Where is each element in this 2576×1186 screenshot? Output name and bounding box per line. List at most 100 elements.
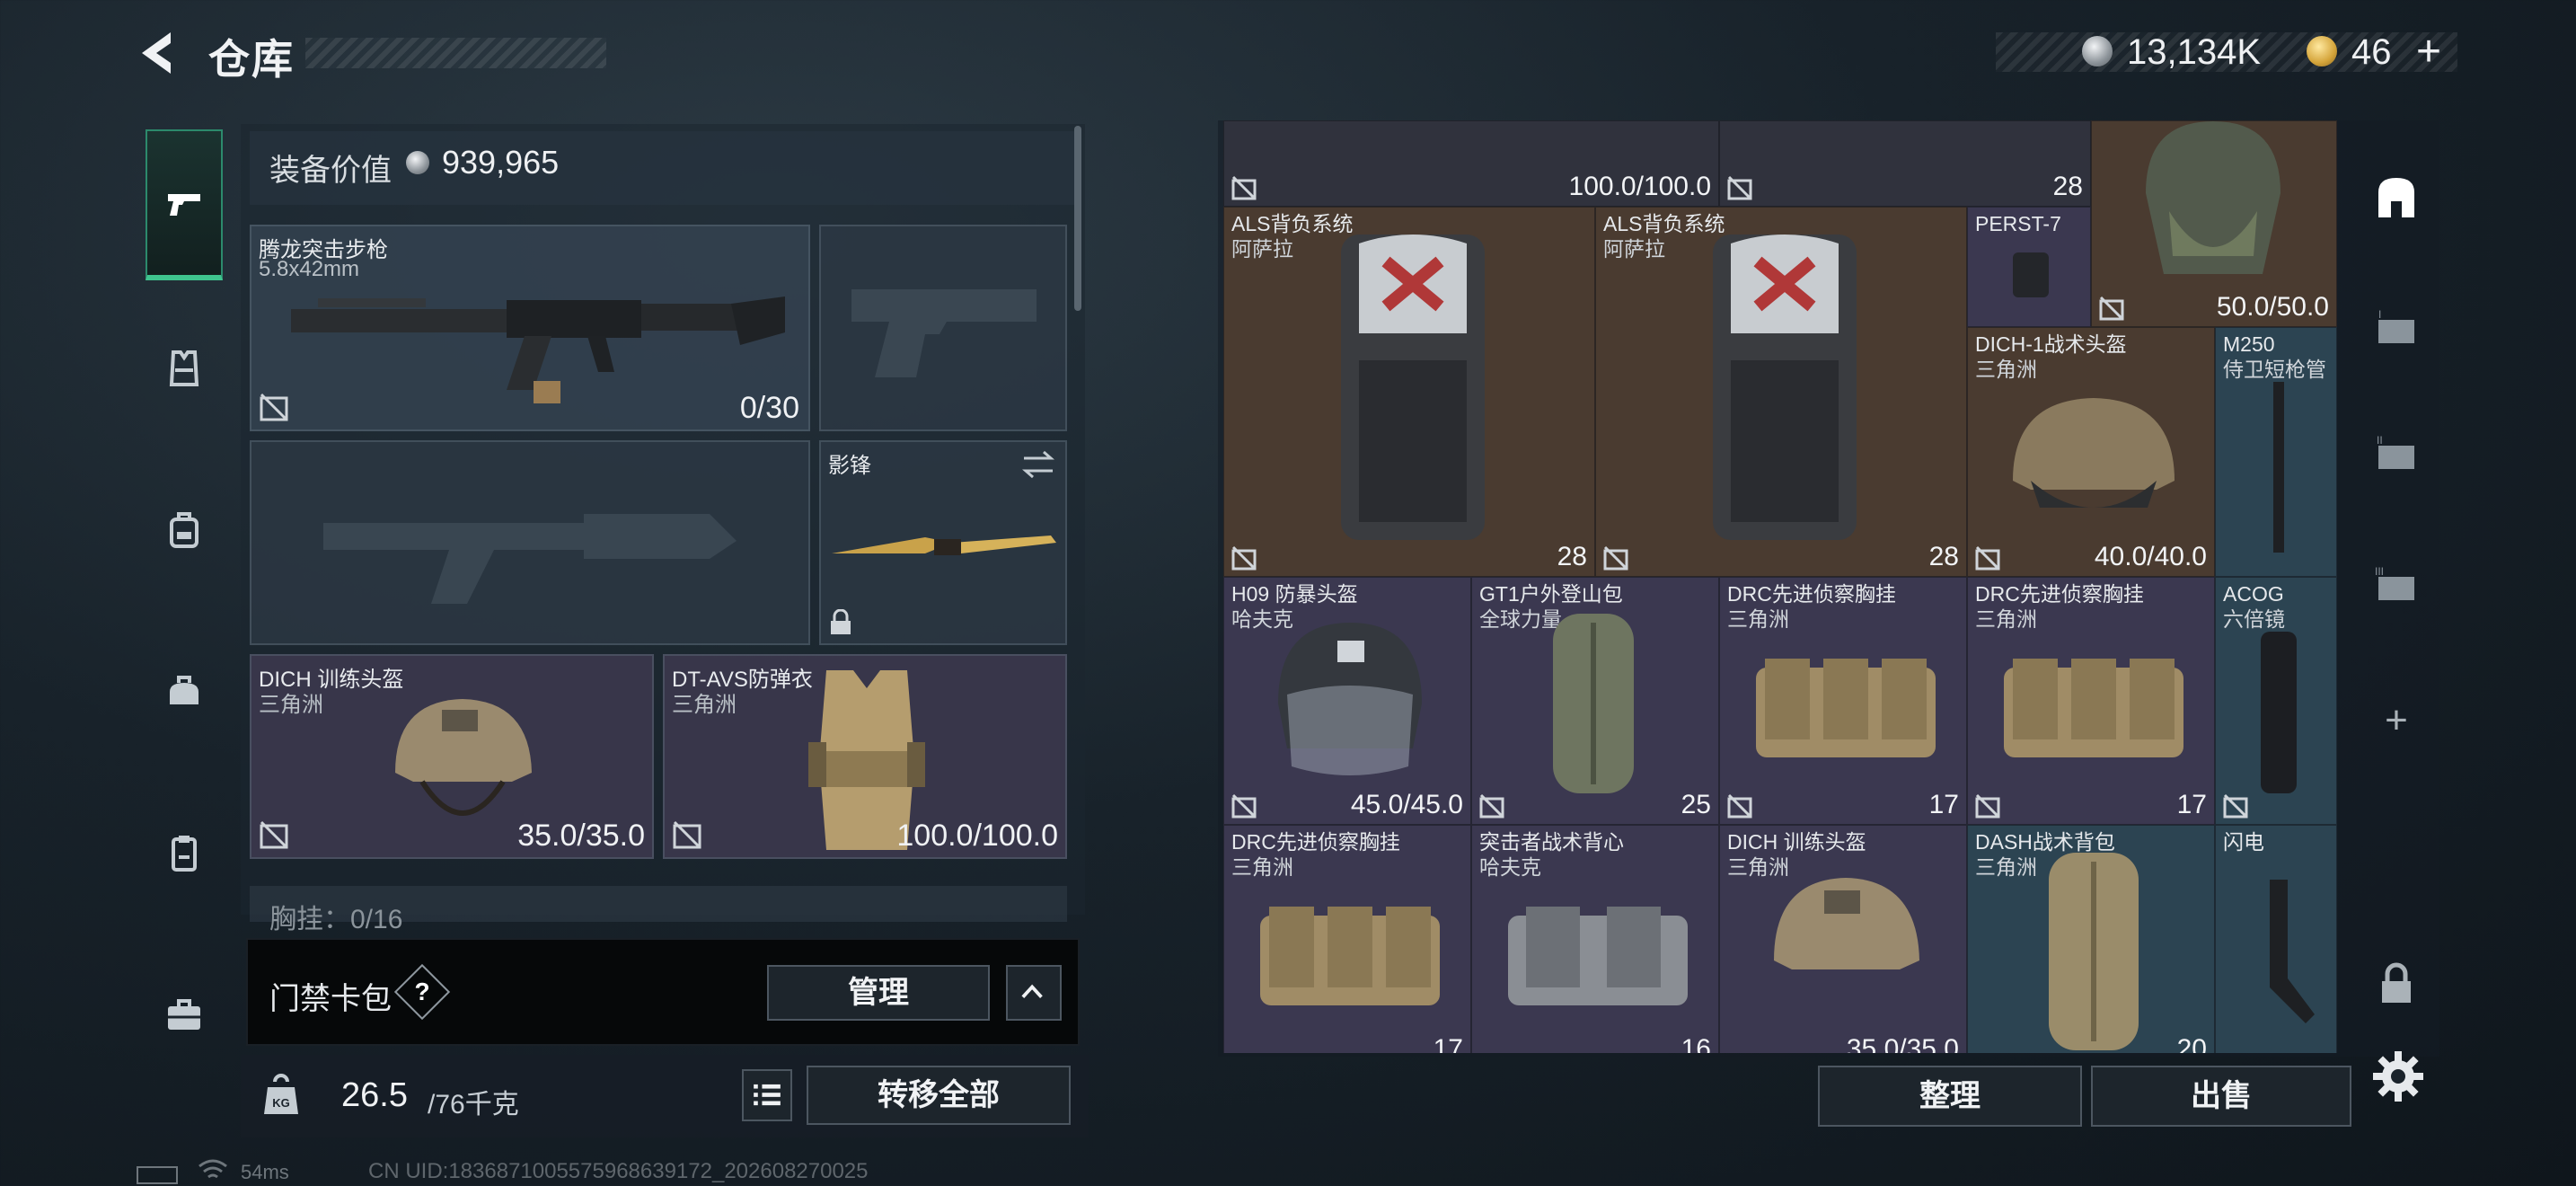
stash-item[interactable]: 28 bbox=[1719, 120, 2091, 207]
lock-icon bbox=[831, 609, 851, 634]
stash-item[interactable]: DRC先进侦察胸挂 三角洲 17 bbox=[1223, 825, 1471, 1053]
melee-name: 影锋 bbox=[828, 454, 871, 478]
knife-image bbox=[832, 535, 1056, 555]
silver-coin-icon bbox=[2082, 36, 2113, 66]
stash-item[interactable]: GT1户外登山包 全球力量 25 bbox=[1471, 577, 1719, 825]
unlocked-icon bbox=[2223, 793, 2248, 819]
stash-item[interactable]: DRC先进侦察胸挂 三角洲 17 bbox=[1967, 577, 2215, 825]
stash-item[interactable]: 100.0/100.0 bbox=[1223, 120, 1719, 207]
stash-item[interactable]: ALS背负系统 阿萨拉 28 bbox=[1595, 207, 1967, 577]
stash-item[interactable]: PERST-7 bbox=[1967, 207, 2091, 327]
armor-durability: 100.0/100.0 bbox=[896, 819, 1058, 853]
item-name: 闪电 bbox=[2223, 830, 2264, 854]
svg-text:I: I bbox=[2378, 308, 2381, 321]
keycard-label: 门禁卡包 bbox=[269, 982, 392, 1016]
gold-coin-icon bbox=[2307, 36, 2337, 66]
secondary-weapon-slot[interactable] bbox=[250, 440, 810, 645]
chest-rig-image bbox=[1756, 659, 1936, 757]
transfer-all-button[interactable]: 转移全部 bbox=[807, 1066, 1071, 1125]
item-source: 三角洲 bbox=[1727, 607, 1789, 631]
loadout-scrollbar[interactable] bbox=[1074, 126, 1081, 311]
stash-lock-button[interactable] bbox=[2359, 947, 2434, 1022]
item-capacity: 28 bbox=[1557, 542, 1587, 571]
armor-slot[interactable]: DT-AVS防弹衣 三角洲 100.0/100.0 bbox=[663, 654, 1067, 859]
chest-rig-image bbox=[2004, 659, 2183, 757]
helmet-image bbox=[2013, 398, 2175, 508]
weight-icon: KG bbox=[262, 1073, 300, 1118]
stash-item[interactable]: ACOG 六倍镜 bbox=[2215, 577, 2337, 825]
chest-rig-row[interactable]: 胸挂：0/16 bbox=[250, 886, 1067, 934]
unlocked-icon bbox=[1727, 175, 1752, 200]
unlocked-icon bbox=[1231, 793, 1257, 819]
stash-item[interactable]: 突击者战术背心 哈夫克 16 bbox=[1471, 825, 1719, 1053]
item-source: 哈夫克 bbox=[1479, 855, 1541, 879]
equipment-value-label: 装备价值 bbox=[269, 154, 392, 188]
equipment-value: 939,965 bbox=[442, 144, 560, 181]
nav-item-armor[interactable] bbox=[146, 316, 223, 420]
pistol-icon bbox=[168, 194, 200, 216]
back-button[interactable] bbox=[135, 29, 183, 77]
unlocked-icon bbox=[673, 820, 701, 849]
pistol-slot[interactable] bbox=[819, 225, 1067, 431]
vest-icon bbox=[169, 350, 199, 386]
item-source: 侍卫短枪管 bbox=[2223, 358, 2326, 381]
weight-current: 26.5 bbox=[341, 1076, 408, 1114]
item-durability: 40.0/40.0 bbox=[2094, 542, 2207, 571]
scope-image bbox=[2261, 632, 2297, 793]
sort-button[interactable]: 整理 bbox=[1818, 1066, 2082, 1127]
nav-item-weapons[interactable] bbox=[146, 129, 223, 280]
swap-icon[interactable] bbox=[1020, 449, 1056, 480]
nav-item-backpack[interactable] bbox=[146, 478, 223, 582]
settings-button[interactable] bbox=[2369, 1048, 2427, 1105]
stash-item[interactable]: M250 侍卫短枪管 bbox=[2215, 327, 2337, 577]
item-source: 阿萨拉 bbox=[1231, 237, 1293, 261]
stash-item[interactable]: H09 防暴头盔 哈夫克 45.0/45.0 bbox=[1223, 577, 1471, 825]
item-capacity: 28 bbox=[1928, 542, 1959, 571]
stash-item[interactable]: 闪电 bbox=[2215, 825, 2337, 1053]
stash-page-2-icon: II bbox=[2377, 434, 2414, 469]
melee-slot[interactable]: 影锋 bbox=[819, 440, 1067, 645]
helmet-slot[interactable]: DICH 训练头盔 三角洲 35.0/35.0 bbox=[250, 654, 654, 859]
helmet-durability: 35.0/35.0 bbox=[517, 819, 645, 853]
nav-item-bag[interactable] bbox=[146, 640, 223, 744]
item-source: 阿萨拉 bbox=[1603, 237, 1665, 261]
primary-weapon-slot[interactable]: 腾龙突击步枪 5.8x42mm 0/30 bbox=[250, 225, 810, 431]
lock-icon bbox=[2382, 962, 2411, 1003]
stash-page-3-button[interactable]: III bbox=[2359, 550, 2434, 625]
collapse-button[interactable] bbox=[1006, 965, 1062, 1021]
list-view-button[interactable] bbox=[742, 1069, 792, 1121]
stash-item[interactable]: DASH战术背包 三角洲 20 bbox=[1967, 825, 2215, 1053]
stash-item[interactable]: DICH 训练头盔 三角洲 35.0/35.0 bbox=[1719, 825, 1967, 1053]
stash-page-1-button[interactable]: I bbox=[2359, 293, 2434, 368]
stash-item[interactable]: DICH-1战术头盔 三角洲 40.0/40.0 bbox=[1967, 327, 2215, 577]
backpack-image bbox=[1341, 235, 1485, 540]
stash-item[interactable]: ALS背负系统 阿萨拉 28 bbox=[1223, 207, 1595, 577]
helmet-source: 三角洲 bbox=[259, 693, 323, 717]
unlocked-icon bbox=[260, 820, 288, 849]
item-source: 三角洲 bbox=[1975, 607, 2037, 631]
gold-balance: 46 bbox=[2351, 32, 2392, 72]
stash-item[interactable]: DRC先进侦察胸挂 三角洲 17 bbox=[1719, 577, 1967, 825]
manage-button[interactable]: 管理 bbox=[767, 965, 990, 1021]
stash-page-3-icon: III bbox=[2375, 565, 2414, 600]
nav-item-case[interactable] bbox=[146, 963, 223, 1067]
card-icon bbox=[172, 836, 197, 872]
item-name: H09 防暴头盔 bbox=[1231, 582, 1358, 606]
nav-item-card[interactable] bbox=[146, 801, 223, 906]
unlocked-icon bbox=[1479, 793, 1504, 819]
stash-item[interactable]: 50.0/50.0 bbox=[2091, 120, 2337, 327]
stash-grid[interactable]: 100.0/100.0 28 50.0/50.0 ALS背负系统 阿萨拉 28 … bbox=[1223, 120, 2337, 1053]
add-gold-button[interactable]: + bbox=[2416, 27, 2441, 76]
gear-icon bbox=[2373, 1051, 2423, 1102]
item-capacity: 17 bbox=[2176, 790, 2207, 819]
stash-home-button[interactable] bbox=[2359, 160, 2434, 235]
item-name: DRC先进侦察胸挂 bbox=[1727, 582, 1896, 606]
ping-readout: 54ms bbox=[241, 1161, 289, 1183]
add-stash-page-button[interactable]: + bbox=[2359, 683, 2434, 758]
help-icon[interactable]: ? bbox=[402, 972, 442, 1012]
sell-button[interactable]: 出售 bbox=[2091, 1066, 2351, 1127]
stash-page-2-button[interactable]: II bbox=[2359, 419, 2434, 494]
helmet-mask-image bbox=[2146, 121, 2280, 274]
item-name: DICH-1战术头盔 bbox=[1975, 332, 2127, 356]
list-icon bbox=[754, 1084, 781, 1106]
